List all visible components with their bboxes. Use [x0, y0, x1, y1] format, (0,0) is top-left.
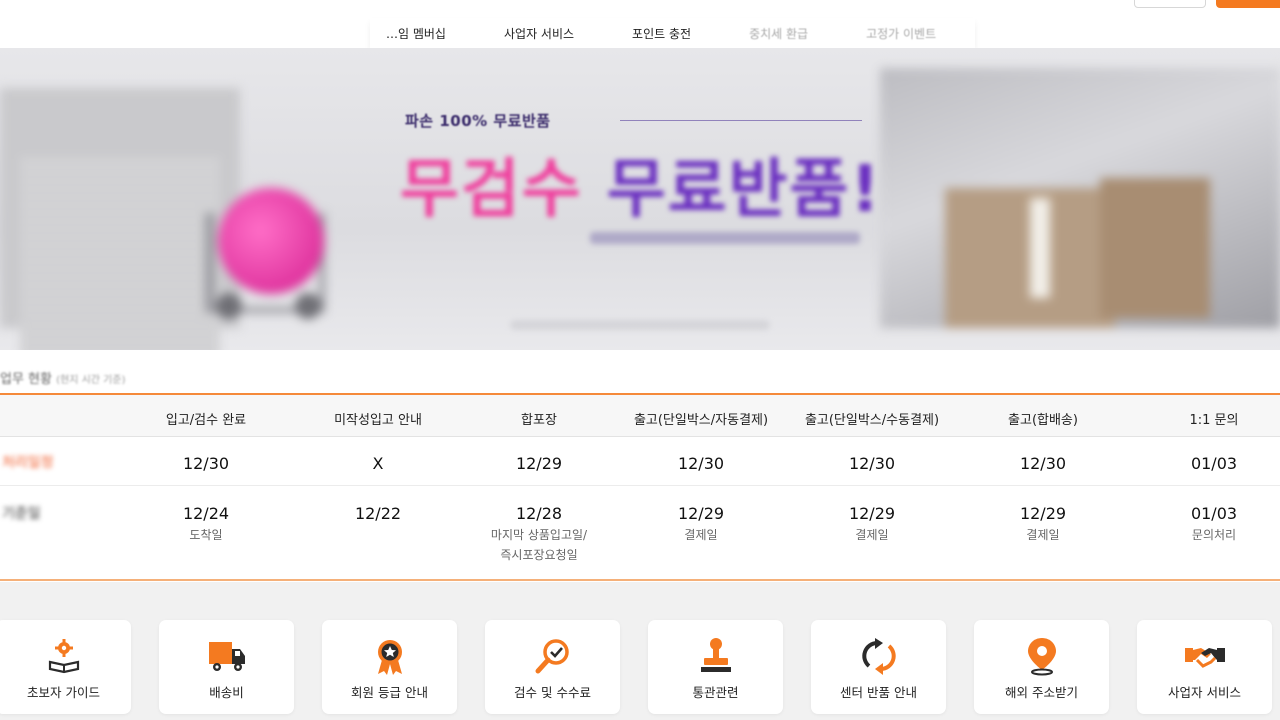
banner-headline: 무검수 무료반품! [400, 138, 882, 230]
status-title: 업무 현황 (현지 시간 기준) [0, 368, 126, 387]
table-cell: X [372, 454, 384, 473]
table-cell: 12/30 [677, 454, 725, 473]
location-pin-icon [1027, 638, 1056, 676]
quick-card-label: 통관관련 [692, 685, 739, 700]
quick-card-label: 회원 등급 안내 [351, 685, 428, 700]
quick-card-label: 해외 주소받기 [1005, 685, 1078, 700]
quick-card-member-grade[interactable]: 회원 등급 안내 [322, 620, 457, 714]
quick-card-inspection-fee[interactable]: 검수 및 수수료 [485, 620, 620, 714]
table-row: 처리일정 12/30 X 12/29 12/30 12/30 12/30 01/… [0, 438, 1280, 486]
nav-item-fixed-price-event[interactable]: 고정가 이벤트 [837, 25, 965, 42]
column-header: 출고(단일박스/자동결제) [633, 413, 769, 428]
main-nav: …임 멤버십 사업자 서비스 포인트 충전 중치세 환급 고정가 이벤트 [370, 18, 976, 48]
status-title-text: 업무 현황 [0, 372, 52, 387]
quick-card-label: 배송비 [209, 685, 244, 700]
table-row: 기준일 12/24 도착일 12/22 12/28 마지막 상품입고일/ 즉시포장요… [0, 487, 1280, 579]
row-label: 기준일 [2, 506, 41, 522]
banner-headline-pink: 무검수 [400, 153, 607, 227]
quick-card-label: 초보자 가이드 [27, 685, 100, 700]
table-cell: 12/22 [354, 504, 402, 523]
row-label: 처리일정 [2, 455, 54, 471]
column-header: 1:1 문의 [1189, 413, 1239, 428]
column-header: 입고/검수 완료 [165, 413, 247, 428]
quick-card-shipping-fee[interactable]: 배송비 [159, 620, 294, 714]
status-table-header: 입고/검수 완료 미작성입고 안내 합포장 출고(단일박스/자동결제) 출고(단… [0, 395, 1280, 437]
quick-card-center-return[interactable]: 센터 반품 안내 [811, 620, 946, 714]
table-cell: 12/29 결제일 [677, 504, 725, 542]
magnifier-check-icon [535, 639, 569, 674]
header-orange-button[interactable] [1216, 0, 1280, 8]
table-cell: 12/30 [848, 454, 896, 473]
work-status-section: 업무 현황 (현지 시간 기준) 입고/검수 완료 미작성입고 안내 합포장 출… [0, 350, 1280, 582]
return-arrows-icon [861, 638, 896, 675]
table-cell: 12/30 [1019, 454, 1067, 473]
nav-item-business-service[interactable]: 사업자 서비스 [475, 25, 603, 42]
quick-card-customs[interactable]: 통관관련 [648, 620, 783, 714]
banner-subtitle: 파손 100% 무료반품 [405, 112, 551, 130]
banner-divider [620, 120, 862, 121]
quick-menu: 초보자 가이드 배송비 회원 등급 안내 검수 및 수수료 통관관련 센터 반품… [0, 598, 1280, 720]
table-cell: 01/03 문의처리 [1190, 504, 1238, 542]
handshake-icon [1184, 648, 1225, 668]
quick-card-beginner-guide[interactable]: 초보자 가이드 [0, 620, 131, 714]
banner-caption [590, 232, 860, 244]
column-header: 합포장 [521, 413, 557, 428]
table-cell: 12/30 [182, 454, 230, 473]
quick-card-label: 사업자 서비스 [1168, 685, 1241, 700]
quick-card-business-service[interactable]: 사업자 서비스 [1137, 620, 1272, 714]
nav-item-point-charge[interactable]: 포인트 충전 [603, 25, 720, 42]
promo-banner[interactable]: 파손 100% 무료반품 무검수 무료반품! [0, 48, 1280, 350]
table-cell: 01/03 [1190, 454, 1238, 473]
column-header: 출고(단일박스/수동결제) [804, 413, 940, 428]
table-cell: 12/24 도착일 [182, 504, 230, 542]
medal-icon [377, 640, 402, 675]
header-outline-button[interactable] [1134, 0, 1206, 8]
table-cell: 12/29 결제일 [1019, 504, 1067, 542]
nav-item-vat-refund[interactable]: 중치세 환급 [720, 25, 837, 42]
book-gear-icon [48, 639, 79, 674]
table-cell: 12/28 마지막 상품입고일/ 즉시포장요청일 [490, 504, 588, 562]
column-header: 출고(합배송) [1008, 413, 1078, 428]
banner-pagination[interactable] [510, 320, 770, 330]
status-title-note: (현지 시간 기준) [56, 375, 126, 386]
truck-icon [208, 642, 245, 671]
status-bottom-divider [0, 579, 1280, 581]
quick-card-label: 센터 반품 안내 [840, 685, 917, 700]
table-cell: 12/29 [515, 454, 563, 473]
stamp-icon [700, 638, 731, 672]
top-header: …임 멤버십 사업자 서비스 포인트 충전 중치세 환급 고정가 이벤트 [0, 0, 1280, 48]
nav-item-membership[interactable]: …임 멤버십 [380, 25, 475, 42]
banner-headline-purple: 무료반품! [606, 153, 882, 227]
quick-card-overseas-address[interactable]: 해외 주소받기 [974, 620, 1109, 714]
column-header: 미작성입고 안내 [334, 413, 422, 428]
table-cell: 12/29 결제일 [848, 504, 896, 542]
quick-card-label: 검수 및 수수료 [514, 685, 591, 700]
